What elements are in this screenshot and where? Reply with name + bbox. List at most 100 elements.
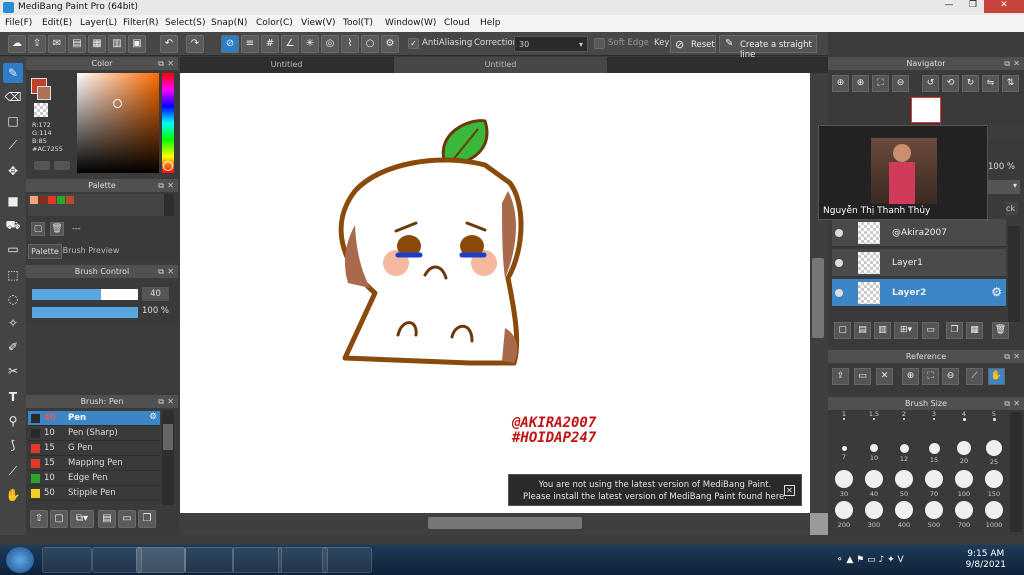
scroll-thumb[interactable] xyxy=(812,258,824,338)
brush-size-option[interactable]: 1.5 xyxy=(862,408,886,420)
brush-size-option[interactable]: 2 xyxy=(892,408,916,420)
page-layer-icon[interactable]: ▥ xyxy=(874,322,891,339)
page-manager-icon[interactable]: ▥ xyxy=(108,35,126,53)
menu-select[interactable]: Select(S) xyxy=(165,18,206,28)
brush-size-value[interactable]: 40 xyxy=(142,287,169,301)
antialiasing-checkbox[interactable]: ✓ xyxy=(408,38,419,49)
brush-size-option[interactable]: 7 xyxy=(832,445,856,461)
flip-icon[interactable]: ⇋ xyxy=(982,75,999,92)
brush-size-option[interactable]: 30 xyxy=(832,470,856,498)
duplicate-icon[interactable]: ❐ xyxy=(138,510,156,528)
menu-edit[interactable]: Edit(E) xyxy=(42,18,72,28)
menu-tool[interactable]: Tool(T) xyxy=(343,18,373,28)
float-icon[interactable]: ⧉ xyxy=(1004,57,1010,70)
navigator-preview[interactable] xyxy=(911,97,941,123)
angle-snap-icon[interactable]: ∠ xyxy=(281,35,299,53)
brush-size-option[interactable]: 500 xyxy=(922,501,946,529)
brush-item[interactable]: 15 Mapping Pen xyxy=(28,456,160,471)
palette-swatch[interactable] xyxy=(57,196,65,204)
close-icon[interactable]: ✕ xyxy=(1013,397,1020,410)
new-layer-icon[interactable]: ▢ xyxy=(834,322,851,339)
copy-brush-icon[interactable]: ⧉▾ xyxy=(70,510,94,528)
correction-select[interactable]: 30 ▾ xyxy=(514,36,588,52)
eyedropper-icon[interactable]: ⟋ xyxy=(966,368,983,385)
color-mode-button[interactable] xyxy=(34,161,50,170)
brush-size-slider[interactable] xyxy=(32,289,138,300)
close-icon[interactable]: ✕ xyxy=(1013,350,1020,363)
new-palette-icon[interactable]: ▢ xyxy=(31,222,45,236)
brush-tool-icon[interactable]: ✎ xyxy=(3,63,23,83)
system-tray[interactable]: ⚬ ▲ ⚑ ▭ ♪ ✦ V xyxy=(836,555,966,565)
divide-tool-icon[interactable]: ⟆ xyxy=(3,435,23,455)
palette-swatch[interactable] xyxy=(30,196,38,204)
ellipse-snap-icon[interactable]: ○ xyxy=(361,35,379,53)
palette-scrollbar[interactable] xyxy=(164,194,174,216)
minimize-button[interactable]: — xyxy=(938,0,960,13)
tab-untitled-2[interactable]: Untitled xyxy=(394,57,607,73)
menu-snap[interactable]: Snap(N) xyxy=(211,18,247,28)
saturation-value-picker[interactable] xyxy=(77,73,159,173)
trash-icon[interactable]: 🗑 xyxy=(992,322,1009,339)
transparent-swatch[interactable] xyxy=(34,103,48,117)
eye-icon[interactable] xyxy=(835,289,843,297)
text-tool-icon[interactable]: T xyxy=(3,387,23,407)
dot-tool-icon[interactable]: □ xyxy=(3,111,23,131)
brush-size-option[interactable]: 70 xyxy=(922,470,946,498)
snap-off-icon[interactable]: ⊘ xyxy=(221,35,239,53)
close-icon[interactable]: ✕ xyxy=(1013,57,1020,70)
close-icon[interactable]: ✕ xyxy=(876,368,893,385)
close-icon[interactable]: ✕ xyxy=(167,265,174,278)
brush-list-scrollbar[interactable] xyxy=(162,410,174,505)
brush-size-option[interactable]: 100 xyxy=(952,470,976,498)
paint-icon[interactable] xyxy=(184,547,234,573)
eyedropper-tool-icon[interactable]: ⟋ xyxy=(3,461,23,481)
menu-file[interactable]: File(F) xyxy=(5,18,32,28)
reset-button[interactable]: ⊘ Reset xyxy=(670,35,716,53)
move-tool-icon[interactable]: ✥ xyxy=(3,161,23,181)
app-icon[interactable] xyxy=(232,547,282,573)
float-icon[interactable]: ⧉ xyxy=(158,395,164,408)
rotate-left-icon[interactable]: ↺ xyxy=(922,75,939,92)
gear-icon[interactable]: ⚙ xyxy=(149,412,157,422)
parallel-snap-icon[interactable]: ≡ xyxy=(241,35,259,53)
close-icon[interactable]: ✕ xyxy=(784,485,795,496)
brush-size-option[interactable]: 400 xyxy=(892,501,916,529)
select-eraser-tool-icon[interactable]: ✂ xyxy=(3,361,23,381)
float-icon[interactable]: ⧉ xyxy=(1004,350,1010,363)
export-icon[interactable]: ▣ xyxy=(128,35,146,53)
snap-settings-icon[interactable]: ⚙ xyxy=(381,35,399,53)
zoom-in-icon[interactable]: ⊕ xyxy=(832,75,849,92)
tab-palette[interactable]: Palette xyxy=(28,244,62,259)
media-player-icon[interactable] xyxy=(42,547,92,573)
fit-icon[interactable]: ⛶ xyxy=(872,75,889,92)
brush-size-option[interactable]: 1000 xyxy=(982,501,1006,529)
zalo-icon[interactable] xyxy=(278,547,328,573)
menu-window[interactable]: Window(W) xyxy=(385,18,436,28)
brush-size-option[interactable]: 150 xyxy=(982,470,1006,498)
restore-button[interactable]: ❐ xyxy=(962,0,984,13)
color-swap-button[interactable] xyxy=(54,161,70,170)
eye-icon[interactable] xyxy=(835,259,843,267)
layer-scrollbar[interactable] xyxy=(1008,226,1020,326)
fill-rect-tool-icon[interactable]: ■ xyxy=(3,191,23,211)
menu-layer[interactable]: Layer(L) xyxy=(80,18,117,28)
zoom-out-icon[interactable]: ⊖ xyxy=(942,368,959,385)
add-layer-menu-icon[interactable]: ⊞▾ xyxy=(894,322,918,339)
brush-size-option[interactable]: 3 xyxy=(922,408,946,420)
cloud-icon[interactable]: ☁ xyxy=(8,35,26,53)
comment-icon[interactable]: ✉ xyxy=(48,35,66,53)
menu-cloud[interactable]: Cloud xyxy=(444,18,470,28)
circle-snap-icon[interactable]: ◎ xyxy=(321,35,339,53)
add-brush-icon[interactable]: ⇧ xyxy=(30,510,48,528)
rotate-right-icon[interactable]: ↻ xyxy=(962,75,979,92)
secondary-color-swatch[interactable] xyxy=(37,86,51,100)
undo-icon[interactable]: ↶ xyxy=(160,35,178,53)
scroll-thumb[interactable] xyxy=(428,517,582,529)
menu-help[interactable]: Help xyxy=(480,18,501,28)
close-icon[interactable]: ✕ xyxy=(167,179,174,192)
layer-row[interactable]: Layer2 ⚙ xyxy=(832,279,1006,307)
start-button[interactable] xyxy=(6,547,34,573)
magic-wand-tool-icon[interactable]: ✧ xyxy=(3,313,23,333)
brush-size-option[interactable]: 50 xyxy=(892,470,916,498)
merge-icon[interactable]: ❐ xyxy=(946,322,963,339)
